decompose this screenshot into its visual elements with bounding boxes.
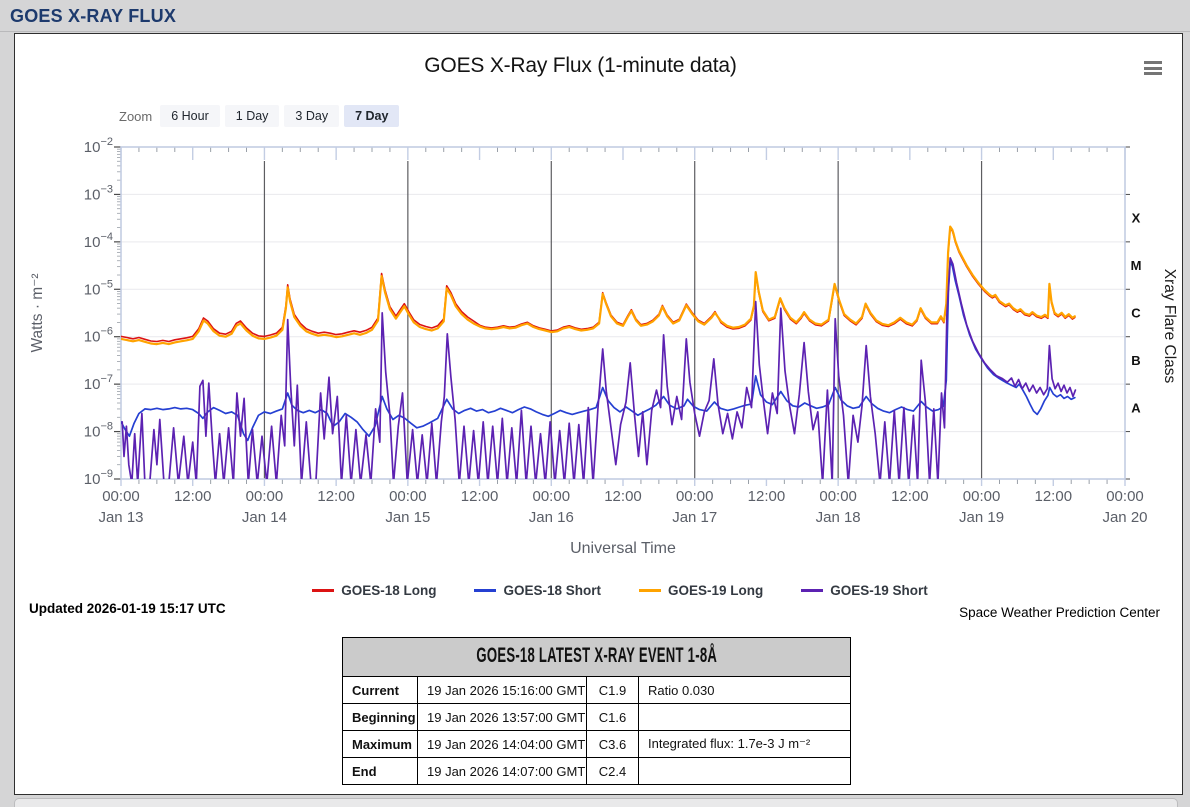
svg-text:10−5: 10−5 <box>84 278 113 298</box>
svg-text:00:00: 00:00 <box>1106 488 1144 505</box>
svg-text:Jan 20: Jan 20 <box>1102 509 1147 526</box>
event-table-title: GOES-18 LATEST X-RAY EVENT 1-8Å <box>476 645 717 668</box>
svg-text:10−6: 10−6 <box>84 326 113 346</box>
legend-swatch <box>312 589 334 592</box>
svg-text:00:00: 00:00 <box>102 488 140 505</box>
legend-item-goes-19-long[interactable]: GOES-19 Long <box>639 583 763 598</box>
event-cell-note: Integrated flux: 1.7e-3 J m⁻² <box>639 731 851 758</box>
page-header: GOES X-RAY FLUX <box>0 0 1190 32</box>
svg-text:Jan 17: Jan 17 <box>672 509 717 526</box>
svg-text:Jan 13: Jan 13 <box>98 509 143 526</box>
legend-swatch <box>639 589 661 592</box>
legend-item-goes-18-short[interactable]: GOES-18 Short <box>474 583 601 598</box>
zoom-controls: Zoom 6 Hour1 Day3 Day7 Day <box>119 104 404 128</box>
legend-label: GOES-19 Short <box>830 583 928 598</box>
flare-class-x: X <box>1132 211 1141 226</box>
event-row-end: End19 Jan 2026 14:07:00 GMTC2.4 <box>343 758 851 785</box>
svg-text:10−9: 10−9 <box>84 468 113 488</box>
flare-class-b: B <box>1131 353 1140 368</box>
event-cell-label: Beginning <box>343 704 418 731</box>
updated-timestamp: Updated 2026-01-19 15:17 UTC <box>29 601 226 616</box>
event-table-header: GOES-18 LATEST X-RAY EVENT 1-8Å <box>343 638 851 677</box>
legend-item-goes-18-long[interactable]: GOES-18 Long <box>312 583 436 598</box>
event-cell-class: C1.9 <box>587 677 639 704</box>
legend-item-goes-19-short[interactable]: GOES-19 Short <box>801 583 928 598</box>
event-cell-time: 19 Jan 2026 15:16:00 GMT <box>418 677 587 704</box>
event-cell-class: C2.4 <box>587 758 639 785</box>
event-cell-time: 19 Jan 2026 14:04:00 GMT <box>418 731 587 758</box>
svg-text:Jan 15: Jan 15 <box>385 509 430 526</box>
svg-text:00:00: 00:00 <box>389 488 427 505</box>
page-title: GOES X-RAY FLUX <box>0 0 1190 27</box>
event-cell-class: C1.6 <box>587 704 639 731</box>
svg-text:10−3: 10−3 <box>84 183 113 203</box>
zoom-button-6-hour[interactable]: 6 Hour <box>160 105 220 127</box>
legend-swatch <box>801 589 823 592</box>
zoom-button-7-day[interactable]: 7 Day <box>344 105 399 127</box>
legend-label: GOES-18 Short <box>503 583 601 598</box>
zoom-label: Zoom <box>119 109 152 124</box>
svg-text:12:00: 12:00 <box>891 488 929 505</box>
event-cell-note <box>639 758 851 785</box>
legend-label: GOES-18 Long <box>341 583 436 598</box>
svg-text:00:00: 00:00 <box>819 488 857 505</box>
svg-text:Jan 19: Jan 19 <box>959 509 1004 526</box>
svg-text:12:00: 12:00 <box>748 488 786 505</box>
xray-event-table: GOES-18 LATEST X-RAY EVENT 1-8Å Current1… <box>342 637 851 785</box>
svg-text:00:00: 00:00 <box>676 488 714 505</box>
zoom-button-3-day[interactable]: 3 Day <box>284 105 339 127</box>
event-cell-note <box>639 704 851 731</box>
svg-text:12:00: 12:00 <box>461 488 499 505</box>
event-cell-time: 19 Jan 2026 13:57:00 GMT <box>418 704 587 731</box>
event-cell-label: Maximum <box>343 731 418 758</box>
event-cell-note: Ratio 0.030 <box>639 677 851 704</box>
svg-text:12:00: 12:00 <box>317 488 355 505</box>
event-cell-time: 19 Jan 2026 14:07:00 GMT <box>418 758 587 785</box>
swpc-credit: Space Weather Prediction Center <box>959 605 1160 620</box>
svg-text:00:00: 00:00 <box>246 488 284 505</box>
event-cell-label: Current <box>343 677 418 704</box>
svg-text:Jan 14: Jan 14 <box>242 509 287 526</box>
event-row-beginning: Beginning19 Jan 2026 13:57:00 GMTC1.6 <box>343 704 851 731</box>
svg-text:12:00: 12:00 <box>604 488 642 505</box>
chart-legend: GOES-18 Long GOES-18 Short GOES-19 Long GOE… <box>105 583 1135 598</box>
series-goes-19-short <box>122 258 1075 484</box>
y2-axis-title: Xray Flare Class <box>1161 269 1178 384</box>
svg-text:00:00: 00:00 <box>963 488 1001 505</box>
svg-text:10−2: 10−2 <box>84 136 113 156</box>
chart-panel: GOES X-Ray Flux (1-minute data) Zoom 6 H… <box>14 33 1183 795</box>
svg-text:12:00: 12:00 <box>174 488 212 505</box>
flare-class-m: M <box>1131 258 1142 273</box>
svg-text:10−8: 10−8 <box>84 421 113 441</box>
zoom-button-group: 6 Hour1 Day3 Day7 Day <box>160 107 404 125</box>
svg-text:12:00: 12:00 <box>1035 488 1073 505</box>
svg-text:Jan 18: Jan 18 <box>816 509 861 526</box>
x-axis-title: Universal Time <box>570 540 676 557</box>
event-cell-class: C3.6 <box>587 731 639 758</box>
y-axis-title: Watts · m⁻² <box>29 273 46 352</box>
svg-text:10−4: 10−4 <box>84 231 113 251</box>
flare-class-a: A <box>1131 400 1141 415</box>
event-row-current: Current19 Jan 2026 15:16:00 GMTC1.9Ratio… <box>343 677 851 704</box>
svg-text:Jan 16: Jan 16 <box>529 509 574 526</box>
svg-text:00:00: 00:00 <box>533 488 571 505</box>
legend-swatch <box>474 589 496 592</box>
event-cell-label: End <box>343 758 418 785</box>
legend-label: GOES-19 Long <box>668 583 763 598</box>
svg-text:10−7: 10−7 <box>84 373 113 393</box>
zoom-button-1-day[interactable]: 1 Day <box>225 105 280 127</box>
event-row-maximum: Maximum19 Jan 2026 14:04:00 GMTC3.6Integ… <box>343 731 851 758</box>
flare-class-c: C <box>1131 306 1141 321</box>
